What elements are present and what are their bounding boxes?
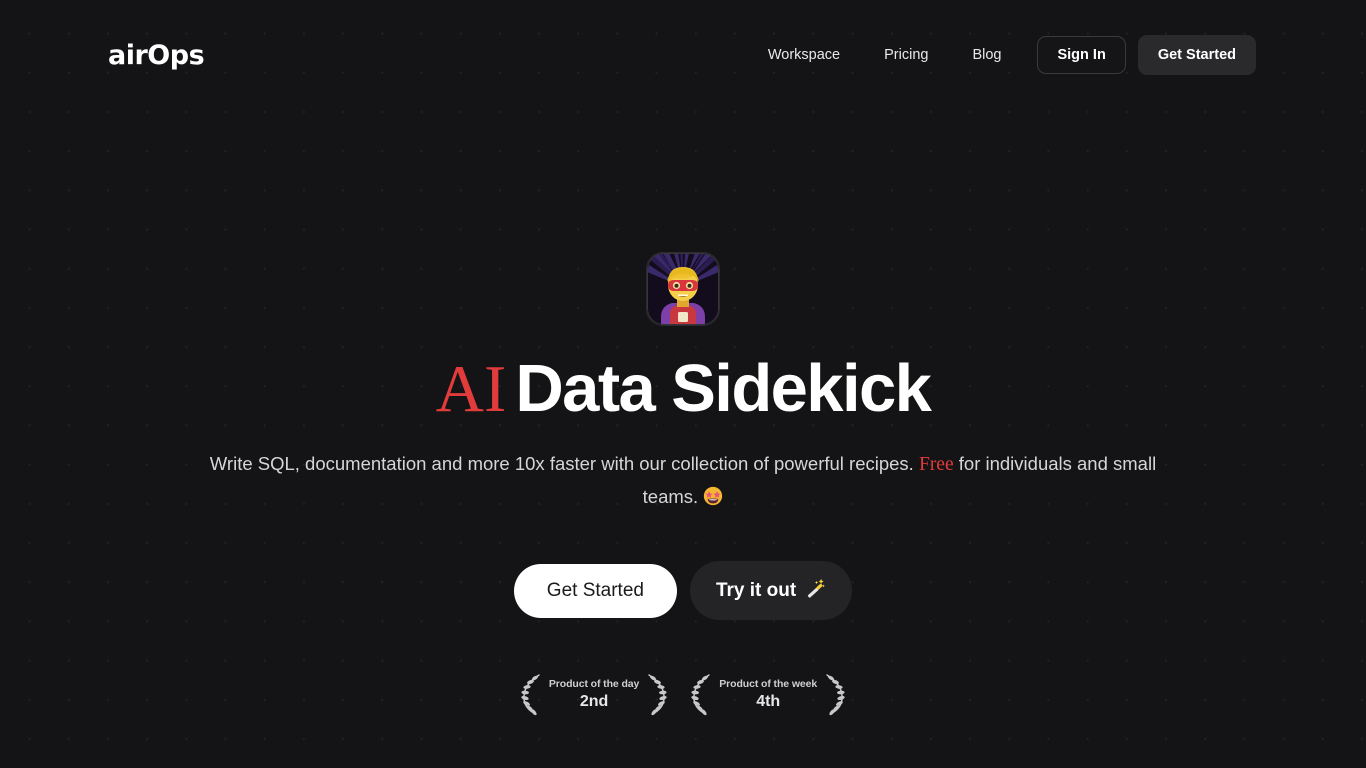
badge-rank: 2nd [579, 693, 609, 711]
laurel-left-icon [521, 674, 540, 716]
hero-section: AI Data Sidekick Write SQL, documentation… [0, 0, 1366, 768]
try-it-out-label: Try it out [715, 579, 797, 601]
badge-body: Product of the week 4th [717, 677, 819, 711]
badge-product-of-the-day[interactable]: Product of the day 2nd [517, 671, 671, 717]
superhero-emoji-glyph [647, 253, 719, 325]
hero-get-started-button[interactable]: Get Started [513, 563, 677, 618]
hero-subtitle: Write SQL, documentation and more 10x fa… [183, 448, 1183, 516]
badge-body: Product of the day 2nd [547, 677, 641, 711]
superhero-emoji-icon [646, 252, 720, 326]
hero-subtitle-part1: Write SQL, documentation and more 10x fa… [209, 453, 919, 475]
page-title-main: Data Sidekick [515, 351, 932, 426]
badge-rank: 4th [756, 693, 781, 711]
magic-wand-glyph [808, 579, 826, 598]
star-struck-emoji-glyph [704, 487, 723, 506]
laurel-right-icon [826, 674, 845, 716]
page-title: AI Data Sidekick [435, 351, 932, 426]
product-hunt-badges: Product of the day 2nd Product of the we… [517, 671, 849, 717]
magic-wand-icon [805, 577, 826, 604]
laurel-right-icon [648, 674, 667, 716]
hero-subtitle-accent: Free [918, 454, 954, 476]
try-it-out-button[interactable]: Try it out [689, 561, 853, 621]
badge-product-of-the-week[interactable]: Product of the week 4th [687, 671, 849, 717]
badge-title: Product of the day [548, 678, 640, 691]
cta-row: Get Started Try it out [513, 561, 853, 621]
star-struck-emoji [703, 484, 723, 516]
badge-title: Product of the week [719, 678, 818, 691]
page-title-accent: AI [435, 352, 507, 426]
laurel-left-icon [691, 674, 710, 716]
